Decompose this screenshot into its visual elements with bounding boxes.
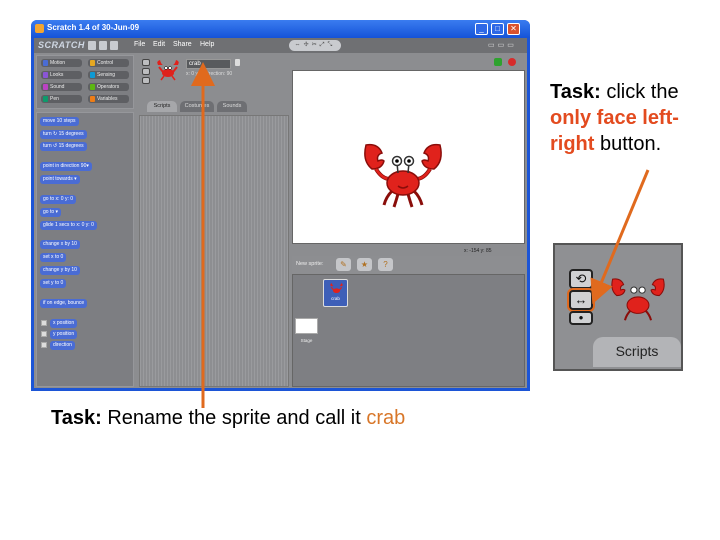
annotation-arrows [191, 62, 650, 408]
arrow-to-left-right-button [590, 169, 650, 305]
